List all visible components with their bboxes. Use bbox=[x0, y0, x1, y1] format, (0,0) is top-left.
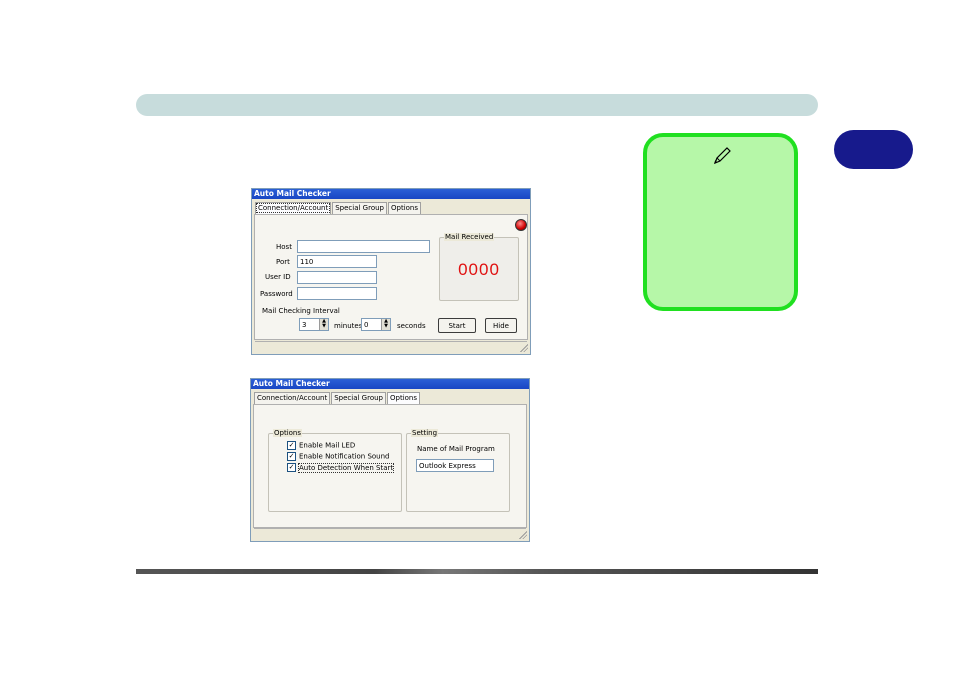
status-bar bbox=[254, 528, 526, 539]
window-title: Auto Mail Checker bbox=[252, 189, 530, 199]
setting-group-label: Setting bbox=[411, 429, 439, 437]
auto-mail-checker-window-connection: Auto Mail Checker Connection/Account Spe… bbox=[251, 188, 531, 355]
host-label: Host bbox=[276, 243, 292, 251]
tab-connection-account[interactable]: Connection/Account bbox=[255, 202, 332, 214]
resize-grip-icon[interactable] bbox=[520, 344, 528, 352]
spin-arrows-icon[interactable]: ▲ ▼ bbox=[381, 319, 390, 330]
window-title: Auto Mail Checker bbox=[251, 379, 529, 389]
checkbox-check-icon: ✓ bbox=[287, 441, 296, 450]
mail-received-label: Mail Received bbox=[444, 233, 495, 241]
seconds-value: 0 bbox=[364, 321, 369, 329]
port-input[interactable]: 110 bbox=[297, 255, 377, 268]
pencil-icon bbox=[713, 147, 731, 165]
checkbox-check-icon: ✓ bbox=[287, 452, 296, 461]
options-group: Options ✓ Enable Mail LED ✓ Enable Notific… bbox=[268, 429, 402, 512]
checkbox-label: Auto Detection When Start bbox=[297, 462, 395, 473]
setting-group: Setting Name of Mail Program Outlook Exp… bbox=[406, 429, 510, 512]
enable-notification-sound-checkbox[interactable]: ✓ Enable Notification Sound bbox=[287, 452, 390, 461]
checkbox-check-icon: ✓ bbox=[287, 463, 296, 472]
password-label: Password bbox=[260, 290, 293, 298]
seconds-stepper[interactable]: 0 ▲ ▼ bbox=[361, 318, 391, 331]
page-header-bar bbox=[136, 94, 818, 116]
userid-input[interactable] bbox=[297, 271, 377, 284]
mail-program-input[interactable]: Outlook Express bbox=[416, 459, 494, 472]
resize-grip-icon[interactable] bbox=[519, 531, 527, 539]
mail-count-display: 0000 bbox=[458, 260, 500, 279]
auto-detection-checkbox[interactable]: ✓ Auto Detection When Start bbox=[287, 462, 395, 473]
tab-special-group[interactable]: Special Group bbox=[331, 392, 386, 404]
spin-arrows-icon[interactable]: ▲ ▼ bbox=[319, 319, 328, 330]
tab-special-group[interactable]: Special Group bbox=[332, 202, 387, 214]
tab-options[interactable]: Options bbox=[387, 392, 421, 404]
hide-button[interactable]: Hide bbox=[485, 318, 517, 333]
auto-mail-checker-window-options: Auto Mail Checker Connection/Account Spe… bbox=[250, 378, 530, 542]
interval-label: Mail Checking Interval bbox=[262, 307, 340, 315]
start-button[interactable]: Start bbox=[438, 318, 476, 333]
checkbox-label: Enable Notification Sound bbox=[299, 452, 390, 461]
minutes-value: 3 bbox=[302, 321, 307, 329]
userid-label: User ID bbox=[265, 273, 291, 281]
status-bar bbox=[255, 341, 527, 352]
port-label: Port bbox=[276, 258, 290, 266]
enable-mail-led-checkbox[interactable]: ✓ Enable Mail LED bbox=[287, 441, 355, 450]
host-input[interactable] bbox=[297, 240, 430, 253]
tab-connection-account[interactable]: Connection/Account bbox=[254, 392, 331, 404]
red-led-icon bbox=[515, 219, 527, 231]
seconds-label: seconds bbox=[397, 322, 426, 330]
minutes-label: minutes bbox=[334, 322, 363, 330]
mail-received-group: Mail Received 0000 bbox=[439, 233, 519, 301]
password-input[interactable] bbox=[297, 287, 377, 300]
options-group-label: Options bbox=[273, 429, 303, 437]
chapter-tab bbox=[834, 130, 913, 169]
minutes-stepper[interactable]: 3 ▲ ▼ bbox=[299, 318, 329, 331]
note-box bbox=[643, 133, 798, 311]
mail-program-label: Name of Mail Program bbox=[417, 445, 495, 453]
checkbox-label: Enable Mail LED bbox=[299, 441, 356, 450]
footer-rule bbox=[136, 569, 818, 574]
tab-options[interactable]: Options bbox=[388, 202, 422, 214]
